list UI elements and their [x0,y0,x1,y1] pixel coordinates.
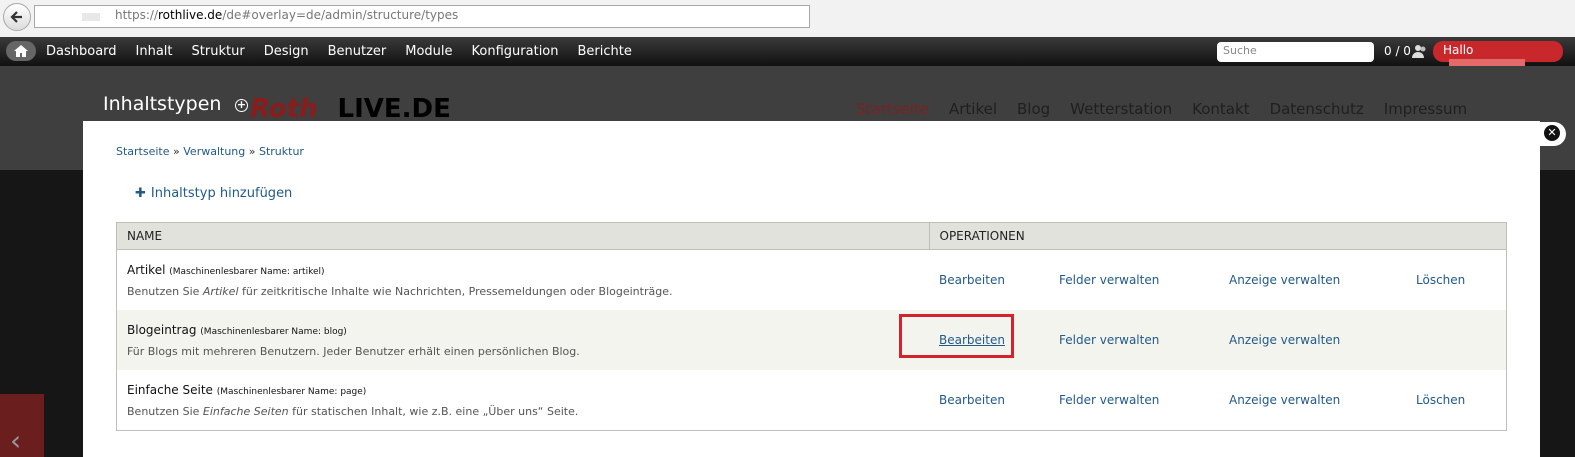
edit-link[interactable]: Bearbeiten [939,273,1005,287]
manage-fields-link[interactable]: Felder verwalten [1059,273,1159,287]
machine-name: (Maschinenlesbarer Name: blog) [200,326,347,337]
search-input[interactable]: Suche [1217,42,1374,62]
content-type-description: Für Blogs mit mehreren Benutzern. Jeder … [127,345,919,358]
operation-cell: Löschen [1406,250,1507,311]
home-button[interactable] [6,41,36,61]
admin-menu-item[interactable]: Inhalt [136,44,173,59]
chevron-left-icon: ‹ [10,424,22,457]
description-emphasis: Einfache Seiten [202,404,289,418]
site-logo[interactable]: Roth LIVE.DE [250,94,451,124]
manage-fields-link[interactable]: Felder verwalten [1059,393,1159,407]
user-counter: 0 / 0 [1384,44,1411,58]
table-row: Blogeintrag (Maschinenlesbarer Name: blo… [116,310,1507,370]
content-type-title: Artikel (Maschinenlesbarer Name: artikel… [127,263,919,277]
admin-menu-item[interactable]: Konfiguration [472,44,559,59]
admin-menu-item[interactable]: Benutzer [328,44,387,59]
breadcrumb-struktur[interactable]: Struktur [259,145,304,158]
delete-link[interactable]: Löschen [1416,273,1465,287]
address-bar[interactable]: https://rothlive.de/de#overlay=de/admin/… [34,5,810,28]
prev-slide-button[interactable]: ‹ [0,394,44,457]
user-menu-button[interactable]: Hallo [1433,41,1563,71]
content-type-name: Einfache Seite [127,382,213,397]
admin-menu-item[interactable]: Module [405,44,452,59]
arrow-left-icon [10,11,22,23]
site-nav-item[interactable]: Kontakt [1192,100,1249,118]
admin-menu: Dashboard Inhalt Struktur Design Benutzer Mod… [46,44,651,59]
admin-menu-item[interactable]: Berichte [578,44,632,59]
admin-menu-item[interactable]: Struktur [192,44,245,59]
site-nav-item[interactable]: Blog [1017,100,1050,118]
site-nav-item[interactable]: Impressum [1384,100,1467,118]
site-identity-icon [82,13,100,21]
back-button[interactable] [3,3,31,31]
column-header-operations: OPERATIONEN [928,222,1507,250]
home-icon [14,45,28,57]
column-header-name: NAME [116,222,929,250]
close-overlay-button[interactable]: ✕ [1540,122,1566,146]
edit-link[interactable]: Bearbeiten [939,393,1005,407]
url-text: https://rothlive.de/de#overlay=de/admin/… [115,8,459,22]
machine-name: (Maschinenlesbarer Name: artikel) [169,266,325,277]
browser-chrome: https://rothlive.de/de#overlay=de/admin/… [0,0,1575,38]
content-types-table: NAME OPERATIONEN Artikel (Maschinenlesba… [116,222,1507,431]
breadcrumb-verwaltung[interactable]: Verwaltung [183,145,245,158]
users-icon [1412,45,1426,58]
breadcrumb-startseite[interactable]: Startseite [116,145,170,158]
name-cell: Einfache Seite (Maschinenlesbarer Name: … [117,370,930,431]
name-cell: Blogeintrag (Maschinenlesbarer Name: blo… [116,310,929,370]
page-title: Inhaltstypen [103,93,222,115]
site-nav: Startseite Artikel Blog Wetterstation Kontak… [856,100,1487,118]
admin-menu-item[interactable]: Design [264,44,309,59]
operation-cell: Bearbeiten [929,250,1049,311]
content-type-title: Blogeintrag (Maschinenlesbarer Name: blo… [127,323,919,337]
content-type-name: Artikel [127,262,166,277]
description-text: Benutzen Sie [127,404,203,418]
admin-menu-item[interactable]: Dashboard [46,44,117,59]
operation-cell: Felder verwalten [1049,310,1219,370]
site-nav-item[interactable]: Wetterstation [1070,100,1172,118]
greeting-label: Hallo [1443,43,1474,57]
content-type-name: Blogeintrag [127,322,197,337]
site-nav-item[interactable]: Artikel [949,100,997,118]
add-content-type-link[interactable]: ✚ Inhaltstyp hinzufügen [135,186,292,201]
content-type-title: Einfache Seite (Maschinenlesbarer Name: … [127,383,919,397]
table-row: Artikel (Maschinenlesbarer Name: artikel… [117,250,1507,311]
manage-fields-link[interactable]: Felder verwalten [1059,333,1159,347]
table-row: Einfache Seite (Maschinenlesbarer Name: … [117,370,1507,431]
operation-cell [1406,310,1507,370]
content-type-description: Benutzen Sie Einfache Seiten für statisc… [127,405,919,418]
highlight-box [899,314,1014,358]
manage-display-link[interactable]: Anzeige verwalten [1229,393,1340,407]
operation-cell: Felder verwalten [1049,370,1219,431]
site-nav-item[interactable]: Datenschutz [1270,100,1364,118]
machine-name: (Maschinenlesbarer Name: page) [216,386,367,397]
name-cell: Artikel (Maschinenlesbarer Name: artikel… [117,250,930,311]
add-shortcut-icon[interactable]: + [235,99,248,112]
operation-cell: Anzeige verwalten [1219,370,1406,431]
operation-cell: Löschen [1406,370,1507,431]
description-text: Für Blogs mit mehreren Benutzern. Jeder … [127,344,580,358]
delete-link[interactable]: Löschen [1416,393,1465,407]
operation-cell: Anzeige verwalten [1219,310,1406,370]
close-icon: ✕ [1544,125,1560,141]
description-text: Benutzen Sie [127,284,203,298]
breadcrumb: Startseite » Verwaltung » Struktur [116,145,304,158]
operation-cell: Bearbeiten [929,370,1049,431]
manage-display-link[interactable]: Anzeige verwalten [1229,333,1340,347]
description-emphasis: Artikel [202,284,239,298]
plus-icon: ✚ [135,186,146,201]
operation-cell: Felder verwalten [1049,250,1219,311]
site-nav-item[interactable]: Startseite [856,100,929,118]
content-type-description: Benutzen Sie Artikel für zeitkritische I… [127,285,919,298]
manage-display-link[interactable]: Anzeige verwalten [1229,273,1340,287]
description-text: für zeitkritische Inhalte wie Nachrichte… [238,284,673,298]
description-text: für statischen Inhalt, wie z.B. eine „Üb… [288,404,579,418]
operation-cell: Anzeige verwalten [1219,250,1406,311]
